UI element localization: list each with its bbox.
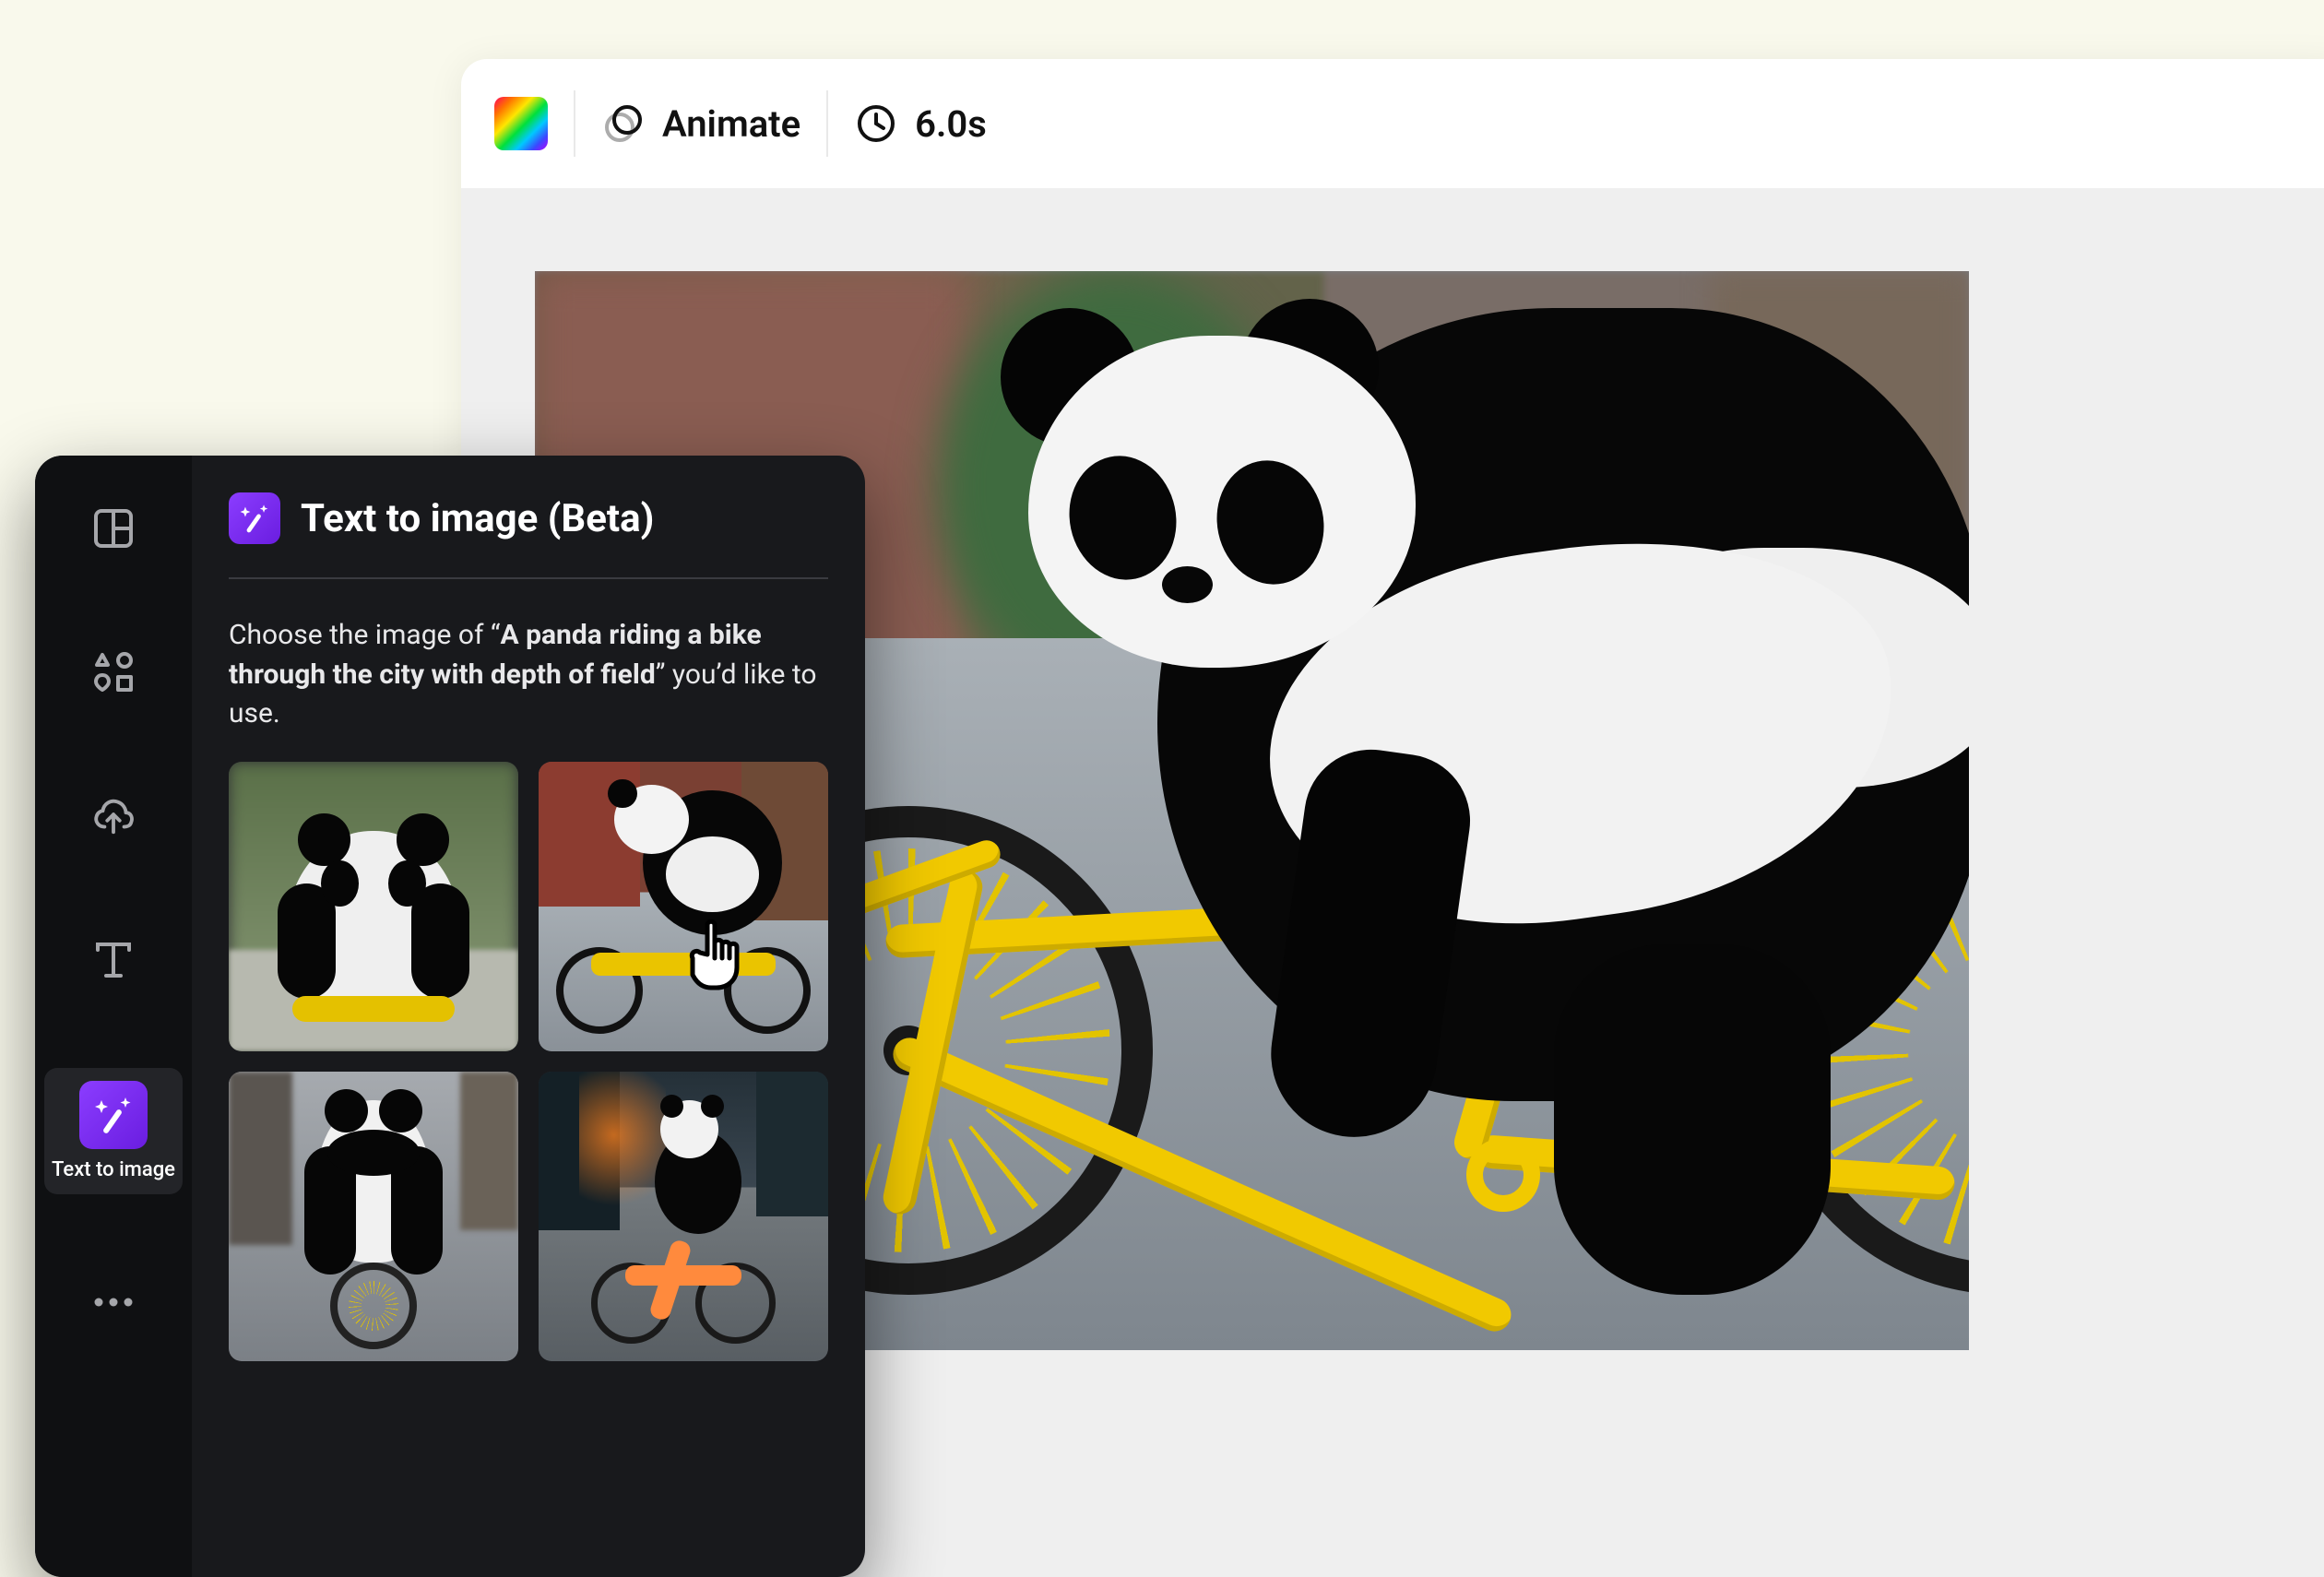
more-icon — [90, 1279, 136, 1325]
animate-button[interactable]: Animate — [601, 101, 800, 146]
result-thumb[interactable] — [229, 762, 518, 1051]
text-icon — [90, 937, 136, 983]
result-thumb[interactable] — [229, 1072, 518, 1361]
prompt-prefix: Choose the image of “ — [229, 619, 501, 651]
side-panel: Text to image Text to image (Beta) — [35, 456, 865, 1577]
duration-button[interactable]: 6.0s — [854, 101, 987, 146]
color-picker-button[interactable] — [494, 97, 548, 150]
sidebar-item-label: Text to image — [52, 1158, 175, 1181]
result-thumb[interactable] — [539, 762, 828, 1051]
panel-title: Text to image (Beta) — [301, 496, 654, 541]
animate-label: Animate — [662, 102, 800, 146]
sidebar-item-uploads[interactable] — [44, 780, 183, 852]
prompt-instruction: Choose the image of “A panda riding a bi… — [229, 616, 828, 734]
templates-icon — [90, 505, 136, 551]
sidebar-item-text[interactable] — [44, 924, 183, 996]
magic-icon — [229, 492, 280, 544]
pointer-cursor-icon — [689, 912, 753, 991]
sidebar-item-elements[interactable] — [44, 636, 183, 708]
sidebar-item-more[interactable] — [44, 1266, 183, 1338]
toolbar-divider — [826, 90, 828, 157]
sidebar-item-templates[interactable] — [44, 492, 183, 564]
clock-icon — [854, 101, 898, 146]
editor-toolbar: Animate 6.0s — [461, 59, 2324, 188]
toolbar-divider — [574, 90, 575, 157]
panel-header: Text to image (Beta) — [229, 492, 828, 579]
panel-body: Text to image (Beta) Choose the image of… — [192, 456, 865, 1577]
animate-icon — [601, 101, 646, 146]
duration-label: 6.0s — [915, 102, 987, 146]
sidebar-rail: Text to image — [35, 456, 192, 1577]
sidebar-item-text-to-image[interactable]: Text to image — [44, 1068, 183, 1194]
uploads-icon — [90, 793, 136, 839]
elements-icon — [90, 649, 136, 695]
magic-icon — [79, 1081, 148, 1149]
result-thumb[interactable] — [539, 1072, 828, 1361]
results-grid — [229, 762, 828, 1361]
